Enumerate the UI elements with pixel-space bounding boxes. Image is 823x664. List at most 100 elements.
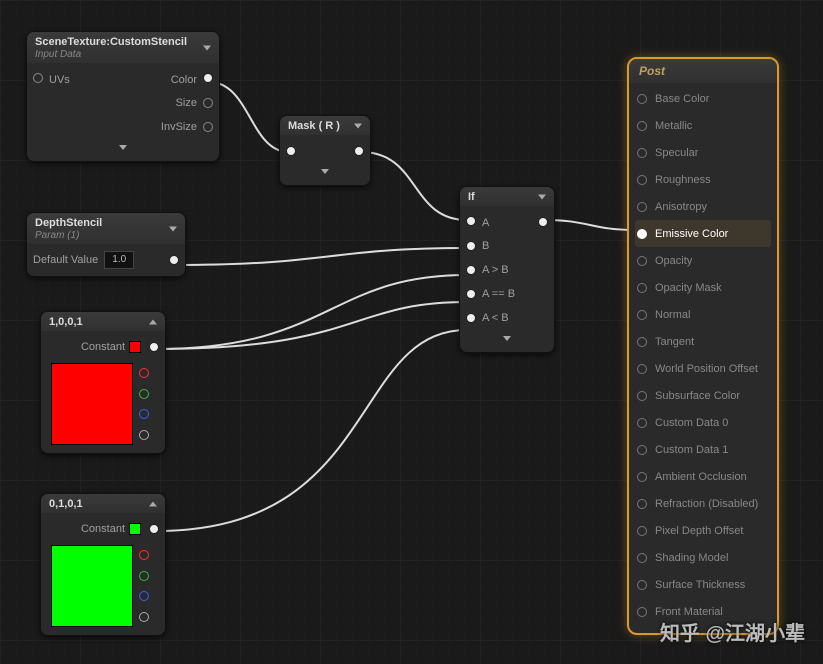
input-pin-uvs[interactable] xyxy=(33,73,43,83)
node-title: 0,1,0,1 xyxy=(49,498,83,510)
output-pin-b[interactable] xyxy=(139,409,149,419)
output-pin[interactable] xyxy=(149,524,159,534)
post-input-roughness[interactable]: Roughness xyxy=(635,166,771,193)
post-input-normal[interactable]: Normal xyxy=(635,301,771,328)
post-input-shading-model[interactable]: Shading Model xyxy=(635,544,771,571)
node-post[interactable]: Post Base Color Metallic SpecularRoughness… xyxy=(627,57,779,635)
input-pin[interactable] xyxy=(637,175,647,185)
chevron-down-icon[interactable] xyxy=(321,169,329,174)
post-input-tangent[interactable]: Tangent xyxy=(635,328,771,355)
post-input-opacity[interactable]: Opacity xyxy=(635,247,771,274)
default-value-input[interactable]: 1.0 xyxy=(104,251,134,269)
post-input-ambient-occlusion[interactable]: Ambient Occlusion xyxy=(635,463,771,490)
input-pin[interactable] xyxy=(637,553,647,563)
output-pin[interactable] xyxy=(538,217,548,227)
input-pin-agtb[interactable] xyxy=(466,265,476,275)
pin-label: Color xyxy=(171,74,197,86)
chevron-down-icon[interactable] xyxy=(354,123,362,128)
chevron-down-icon[interactable] xyxy=(119,145,127,150)
pin-label: InvSize xyxy=(161,121,197,133)
input-pin[interactable] xyxy=(637,418,647,428)
color-swatch[interactable] xyxy=(129,523,141,535)
post-input-custom-data-1[interactable]: Custom Data 1 xyxy=(635,436,771,463)
node-scenetexture[interactable]: SceneTexture:CustomStencil Input Data UV… xyxy=(26,31,220,162)
input-pin[interactable] xyxy=(637,310,647,320)
input-pin-altb[interactable] xyxy=(466,313,476,323)
post-title: Post xyxy=(629,59,777,83)
output-pin-a[interactable] xyxy=(139,430,149,440)
node-depthstencil[interactable]: DepthStencil Param (1) Default Value 1.0 xyxy=(26,212,186,277)
post-input-refraction-disabled-[interactable]: Refraction (Disabled) xyxy=(635,490,771,517)
output-pin-b[interactable] xyxy=(139,591,149,601)
input-pin[interactable] xyxy=(637,121,647,131)
post-input-custom-data-0[interactable]: Custom Data 0 xyxy=(635,409,771,436)
post-input-label: Metallic xyxy=(655,120,692,132)
node-header[interactable]: If xyxy=(460,187,554,206)
post-input-label: Anisotropy xyxy=(655,201,707,213)
input-pin[interactable] xyxy=(637,94,647,104)
post-input-opacity-mask[interactable]: Opacity Mask xyxy=(635,274,771,301)
input-pin-a[interactable] xyxy=(466,216,476,226)
output-pin-color[interactable] xyxy=(203,73,213,83)
input-pin[interactable] xyxy=(637,337,647,347)
node-header[interactable]: 1,0,0,1 xyxy=(41,312,165,331)
node-header[interactable]: DepthStencil Param (1) xyxy=(27,213,185,244)
node-title: SceneTexture:CustomStencil xyxy=(35,36,187,48)
node-header[interactable]: SceneTexture:CustomStencil Input Data xyxy=(27,32,219,63)
output-pin-r[interactable] xyxy=(139,368,149,378)
output-pin-g[interactable] xyxy=(139,389,149,399)
input-pin-b[interactable] xyxy=(466,241,476,251)
input-pin[interactable] xyxy=(637,202,647,212)
input-pin[interactable] xyxy=(637,607,647,617)
preview-swatch xyxy=(51,363,133,445)
node-header[interactable]: Mask ( R ) xyxy=(280,116,370,135)
node-if[interactable]: If A B A > B A == B A < B xyxy=(459,186,555,353)
post-input-pixel-depth-offset[interactable]: Pixel Depth Offset xyxy=(635,517,771,544)
node-title: If xyxy=(468,191,475,203)
chevron-up-icon[interactable] xyxy=(149,319,157,324)
pin-label: Size xyxy=(176,97,197,109)
node-mask[interactable]: Mask ( R ) xyxy=(279,115,371,186)
output-pin-a[interactable] xyxy=(139,612,149,622)
input-pin[interactable] xyxy=(637,472,647,482)
post-input-emissive-color[interactable]: Emissive Color xyxy=(635,220,771,247)
post-input-surface-thickness[interactable]: Surface Thickness xyxy=(635,571,771,598)
node-subtitle: Input Data xyxy=(35,49,81,60)
input-pin[interactable] xyxy=(637,148,647,158)
output-pin[interactable] xyxy=(149,342,159,352)
input-pin[interactable] xyxy=(637,391,647,401)
input-pin[interactable] xyxy=(637,283,647,293)
output-pin-size[interactable] xyxy=(203,98,213,108)
chevron-down-icon[interactable] xyxy=(169,226,177,231)
output-pin-invsize[interactable] xyxy=(203,122,213,132)
node-header[interactable]: 0,1,0,1 xyxy=(41,494,165,513)
input-pin[interactable] xyxy=(637,499,647,509)
node-constant-red[interactable]: 1,0,0,1 Constant xyxy=(40,311,166,454)
post-input-label: Opacity xyxy=(655,255,692,267)
chevron-down-icon[interactable] xyxy=(503,336,511,341)
chevron-up-icon[interactable] xyxy=(149,501,157,506)
output-pin-g[interactable] xyxy=(139,571,149,581)
node-constant-green[interactable]: 0,1,0,1 Constant xyxy=(40,493,166,636)
input-pin[interactable] xyxy=(637,229,647,239)
post-input-subsurface-color[interactable]: Subsurface Color xyxy=(635,382,771,409)
input-pin[interactable] xyxy=(637,256,647,266)
post-input-label: Ambient Occlusion xyxy=(655,471,747,483)
color-swatch[interactable] xyxy=(129,341,141,353)
input-pin[interactable] xyxy=(637,580,647,590)
input-pin[interactable] xyxy=(637,364,647,374)
post-input-base-color[interactable]: Base Color xyxy=(635,85,771,112)
output-pin[interactable] xyxy=(169,255,179,265)
input-pin[interactable] xyxy=(637,445,647,455)
post-input-anisotropy[interactable]: Anisotropy xyxy=(635,193,771,220)
input-pin[interactable] xyxy=(637,526,647,536)
input-pin[interactable] xyxy=(286,146,296,156)
output-pin[interactable] xyxy=(354,146,364,156)
input-pin-aeqb[interactable] xyxy=(466,289,476,299)
post-input-specular[interactable]: Specular xyxy=(635,139,771,166)
post-input-world-position-offset[interactable]: World Position Offset xyxy=(635,355,771,382)
post-input-metallic[interactable]: Metallic xyxy=(635,112,771,139)
chevron-down-icon[interactable] xyxy=(203,45,211,50)
chevron-down-icon[interactable] xyxy=(538,194,546,199)
output-pin-r[interactable] xyxy=(139,550,149,560)
